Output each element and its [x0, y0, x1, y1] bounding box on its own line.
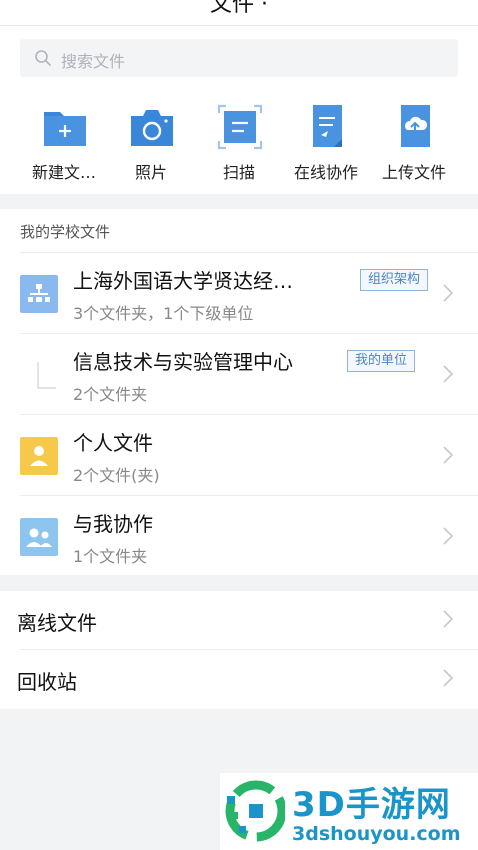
photo-button[interactable]: 照片 [107, 102, 195, 192]
upload-label: 上传文件 [381, 163, 446, 182]
online-collab-button[interactable]: 在线协作 [282, 102, 370, 192]
row-subtitle: 2个文件(夹) [73, 466, 160, 485]
row-subtitle: 2个文件夹 [73, 385, 148, 404]
watermark-title: 3D手游网 [292, 785, 451, 825]
photo-label: 照片 [134, 163, 167, 182]
other-files-section: 离线文件 回收站 [0, 591, 478, 709]
search-placeholder: 搜索文件 [61, 52, 126, 71]
page-title: 文件 · [210, 0, 268, 17]
search-icon [35, 50, 51, 66]
shared-folder-icon [20, 518, 58, 556]
list-item-recycle-bin[interactable]: 回收站 [0, 650, 478, 708]
section-heading: 我的学校文件 [20, 223, 111, 241]
chevron-right-icon [443, 365, 454, 383]
offline-files-label: 离线文件 [17, 611, 97, 635]
scan-button[interactable]: 扫描 [195, 102, 283, 192]
school-files-section: 我的学校文件 上海外国语大学贤达经… 组织架构 3个文件夹，1个下级单位 信息技… [0, 209, 478, 575]
row-subtitle: 3个文件夹，1个下级单位 [73, 304, 254, 323]
new-folder-label: 新建文… [31, 163, 96, 182]
list-item-org[interactable]: 上海外国语大学贤达经… 组织架构 3个文件夹，1个下级单位 [0, 253, 478, 333]
unit-icon [37, 362, 56, 389]
watermark-url: 3dshouyou.com [292, 823, 461, 845]
list-item-offline[interactable]: 离线文件 [0, 591, 478, 649]
online-doc-icon [313, 105, 342, 147]
camera-icon [131, 110, 173, 146]
chevron-right-icon [443, 610, 454, 628]
org-structure-icon [20, 275, 58, 313]
cloud-upload-icon [401, 105, 430, 147]
list-item-shared[interactable]: 与我协作 1个文件夹 [0, 496, 478, 576]
top-bar: 文件 · [0, 0, 478, 26]
top-section: 搜索文件 新建文… 照片 扫描 在线协作 上传文件 [0, 26, 478, 194]
my-unit-tag: 我的单位 [347, 350, 416, 372]
row-title: 个人文件 [73, 431, 153, 455]
org-structure-tag: 组织架构 [360, 269, 429, 291]
row-subtitle: 1个文件夹 [73, 547, 148, 566]
watermark-logo-icon [225, 780, 285, 842]
scan-icon [217, 104, 263, 150]
chevron-right-icon [443, 284, 454, 302]
scan-label: 扫描 [222, 163, 255, 182]
row-title: 与我协作 [73, 512, 153, 536]
new-folder-button[interactable]: 新建文… [20, 102, 108, 192]
chevron-right-icon [443, 446, 454, 464]
chevron-right-icon [443, 527, 454, 545]
recycle-bin-label: 回收站 [17, 670, 77, 694]
search-input[interactable]: 搜索文件 [20, 39, 458, 77]
personal-folder-icon [20, 437, 58, 475]
list-item-unit[interactable]: 信息技术与实验管理中心 我的单位 2个文件夹 [0, 334, 478, 414]
upload-button[interactable]: 上传文件 [370, 102, 458, 192]
row-title: 上海外国语大学贤达经… [73, 269, 293, 293]
chevron-right-icon [443, 669, 454, 687]
row-title: 信息技术与实验管理中心 [73, 350, 293, 374]
new-folder-icon [44, 112, 86, 146]
watermark: 3D手游网 3dshouyou.com [220, 773, 478, 850]
list-item-personal[interactable]: 个人文件 2个文件(夹) [0, 415, 478, 495]
online-collab-label: 在线协作 [293, 163, 358, 182]
